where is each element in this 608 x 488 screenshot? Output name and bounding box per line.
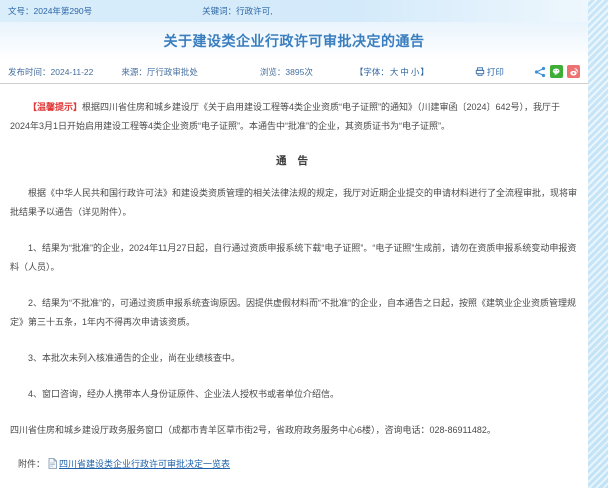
source: 来源：厅行政审批处	[121, 66, 198, 78]
attachment-link[interactable]: 四川省建设类企业行政许可审批决定一览表	[59, 457, 230, 470]
paragraph-item-1: 1、结果为“批准”的企业，2024年11月27日起，自行通过资质申报系统下载“电…	[10, 239, 578, 277]
font-size-small-button[interactable]: 小	[411, 67, 420, 77]
weibo-share-icon[interactable]	[567, 65, 580, 78]
notice-heading: 通 告	[10, 153, 578, 168]
paragraph-item-4: 4、窗口咨询，经办人携带本人身份证原件、企业法人授权书或者单位介绍信。	[10, 385, 578, 404]
printer-icon	[475, 67, 485, 77]
view-count: 浏览：3895次	[260, 66, 313, 78]
publish-time: 发布时间：2024-11-22	[8, 66, 93, 78]
font-size-large-button[interactable]: 大	[390, 67, 399, 77]
document-body: 【温馨提示】根据四川省住房和城乡建设厅《关于启用建设工程等4类企业资质“电子证照…	[0, 84, 588, 440]
content-area: 文号：2024年第290号 关键词：行政许可, 关于建设类企业行政许可审批决定的…	[0, 0, 588, 488]
tip-text: 根据四川省住房和城乡建设厅《关于启用建设工程等4类企业资质“电子证照”的通知》（…	[10, 102, 560, 131]
tip-prefix: 【温馨提示】	[28, 102, 82, 112]
share-group	[533, 65, 580, 78]
views-value: 3895次	[285, 67, 312, 77]
page-title: 关于建设类企业行政许可审批决定的通告	[164, 31, 425, 51]
info-bar: 发布时间：2024-11-22 来源：厅行政审批处 浏览：3895次 【字体：大…	[0, 60, 588, 84]
tip-paragraph: 【温馨提示】根据四川省住房和城乡建设厅《关于启用建设工程等4类企业资质“电子证照…	[10, 98, 578, 136]
paragraph-contact: 四川省住房和城乡建设厅政务服务窗口（成都市青羊区草市街2号，省政府政务服务中心6…	[10, 421, 578, 440]
share-icon[interactable]	[533, 65, 546, 78]
doc-number: 文号：2024年第290号	[8, 5, 92, 17]
font-open-bracket: 【字体：	[355, 67, 389, 77]
title-band: 关于建设类企业行政许可审批决定的通告	[0, 22, 588, 60]
attachment-row: 附件： 四川省建设类企业行政许可审批决定一览表	[0, 457, 588, 470]
meta-bar: 文号：2024年第290号 关键词：行政许可,	[0, 0, 588, 22]
views-label: 浏览：	[260, 67, 286, 77]
publish-date: 2024-11-22	[51, 67, 94, 77]
keywords: 关键词：行政许可,	[202, 5, 272, 17]
paragraph-item-3: 3、本批次未列入核准通告的企业，尚在业绩核查中。	[10, 349, 578, 368]
publish-label: 发布时间：	[8, 67, 51, 77]
announcement-page: 文号：2024年第290号 关键词：行政许可, 关于建设类企业行政许可审批决定的…	[0, 0, 608, 488]
wechat-share-icon[interactable]	[550, 65, 563, 78]
source-value: 厅行政审批处	[147, 67, 198, 77]
paragraph-intro: 根据《中华人民共和国行政许可法》和建设类资质管理的相关法律法规的规定，我厅对近期…	[10, 184, 578, 222]
source-label: 来源：	[121, 67, 147, 77]
font-size-medium-button[interactable]: 中	[400, 67, 409, 77]
keywords-value: 行政许可,	[236, 6, 272, 16]
paragraph-item-2: 2、结果为“不批准”的，可通过资质申报系统查询原因。因提供虚假材料而“不批准”的…	[10, 294, 578, 332]
keywords-label: 关键词：	[202, 6, 236, 16]
font-size-control: 【字体：大中小】	[355, 66, 429, 78]
right-background-strip	[588, 0, 608, 488]
doc-number-value: 2024年第290号	[34, 6, 93, 16]
print-label: 打印	[487, 66, 504, 78]
font-close-bracket: 】	[420, 67, 429, 77]
print-button[interactable]: 打印	[475, 66, 504, 78]
doc-number-label: 文号：	[8, 6, 34, 16]
attachment-file-icon[interactable]	[48, 458, 57, 469]
attachment-label: 附件：	[18, 457, 45, 470]
